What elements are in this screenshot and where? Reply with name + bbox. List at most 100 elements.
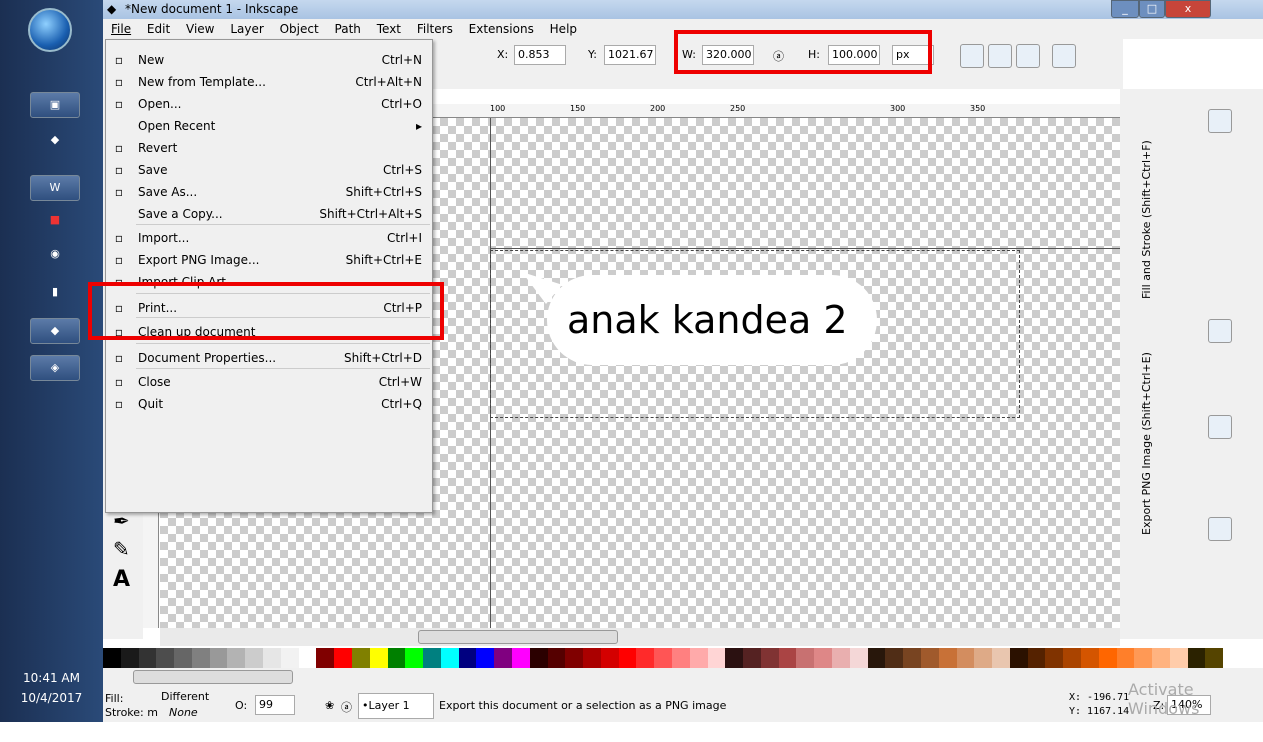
pen-tool-icon[interactable]: ✎ [113,537,130,561]
transform-toggle[interactable] [1052,44,1076,68]
color-swatch[interactable] [938,648,957,668]
color-swatch[interactable] [1009,648,1028,668]
file-menu-item[interactable]: ▫ Export PNG Image... Shift+Ctrl+E [106,249,432,271]
color-swatch[interactable] [316,648,335,668]
text-tool-icon[interactable]: A [113,567,130,592]
menu-edit[interactable]: Edit [147,22,170,36]
color-swatch[interactable] [778,648,797,668]
color-swatch[interactable] [423,648,441,668]
color-swatch[interactable] [1116,648,1135,668]
snap-toggle[interactable] [1208,109,1232,133]
file-menu-item[interactable]: ▫ Import... Ctrl+I [106,227,432,249]
snap-toggle[interactable] [1208,319,1232,343]
color-swatch[interactable] [529,648,548,668]
color-swatch[interactable] [565,648,584,668]
menu-extensions[interactable]: Extensions [469,22,534,36]
color-swatch[interactable] [547,648,566,668]
color-swatch[interactable] [956,648,975,668]
file-menu-item[interactable]: ▫ New Ctrl+N [106,49,432,71]
color-swatch[interactable] [280,648,299,668]
menu-path[interactable]: Path [335,22,361,36]
taskbar-chrome[interactable]: ◉ [30,242,80,268]
x-input[interactable]: 0.853 [514,45,566,65]
color-swatch[interactable] [814,648,833,668]
palette-scrollbar[interactable] [133,670,293,684]
color-swatch[interactable] [227,648,246,668]
visibility-icon[interactable]: ❀ [325,699,334,712]
file-menu-item[interactable]: Save a Copy... Shift+Ctrl+Alt+S [106,203,432,225]
menu-layer[interactable]: Layer [230,22,263,36]
color-swatch[interactable] [1169,648,1188,668]
lock-icon[interactable]: ⓐ [341,699,352,715]
color-swatch[interactable] [1027,648,1046,668]
taskbar-app[interactable]: ◆ [30,128,80,154]
color-swatch[interactable] [636,648,655,668]
color-swatch[interactable] [618,648,637,668]
color-swatch[interactable] [209,648,228,668]
taskbar-clock[interactable]: 10:41 AM 10/4/2017 [0,668,103,708]
taskbar-app[interactable]: ■ [30,208,80,234]
color-swatch[interactable] [476,648,495,668]
color-swatch[interactable] [298,648,317,668]
color-swatch[interactable] [1205,648,1224,668]
color-swatch[interactable] [920,648,939,668]
taskbar-explorer[interactable]: ▣ [30,92,80,118]
taskbar-word[interactable]: W [30,175,80,201]
color-swatch[interactable] [351,648,370,668]
color-swatch[interactable] [885,648,904,668]
color-swatch[interactable] [1098,648,1117,668]
color-swatch[interactable] [511,648,530,668]
menu-file[interactable]: File [111,22,131,36]
color-swatch[interactable] [867,648,886,668]
color-swatch[interactable] [796,648,815,668]
file-menu-item[interactable]: ▫ Close Ctrl+W [106,371,432,393]
file-menu-item[interactable]: ▫ Save As... Shift+Ctrl+S [106,181,432,203]
taskbar-doc[interactable]: ▮ [30,280,80,306]
color-swatch[interactable] [494,648,512,668]
color-swatch[interactable] [1063,648,1081,668]
color-swatch[interactable] [760,648,779,668]
menu-view[interactable]: View [186,22,214,36]
maximize-button[interactable]: □ [1139,0,1165,18]
snap-toggle[interactable] [1208,517,1232,541]
taskbar-app[interactable]: ◈ [30,355,80,381]
color-swatch[interactable] [689,648,708,668]
color-palette[interactable] [103,648,1224,668]
fill-value[interactable]: Different [161,690,209,703]
color-swatch[interactable] [458,648,477,668]
tab-export-png[interactable]: Export PNG Image (Shift+Ctrl+E) [1140,315,1153,535]
color-swatch[interactable] [369,648,388,668]
color-swatch[interactable] [974,648,993,668]
minimize-button[interactable]: _ [1111,0,1139,18]
file-menu-item[interactable]: ▫ Quit Ctrl+Q [106,393,432,415]
color-swatch[interactable] [405,648,424,668]
color-swatch[interactable] [832,648,850,668]
layer-select[interactable]: •Layer 1 [358,693,434,719]
color-swatch[interactable] [654,648,672,668]
menu-object[interactable]: Object [280,22,319,36]
taskbar-inkscape[interactable]: ◆ [30,318,80,344]
speech-bubble-text[interactable]: anak kandea 2 [547,275,877,365]
color-swatch[interactable] [440,648,459,668]
menu-text[interactable]: Text [377,22,401,36]
file-menu-item[interactable]: ▫ Revert [106,137,432,159]
transform-toggle[interactable] [960,44,984,68]
color-swatch[interactable] [263,648,281,668]
color-swatch[interactable] [1134,648,1153,668]
color-swatch[interactable] [156,648,175,668]
color-swatch[interactable] [334,648,352,668]
transform-toggle[interactable] [1016,44,1040,68]
color-swatch[interactable] [849,648,868,668]
menu-help[interactable]: Help [550,22,577,36]
color-swatch[interactable] [1080,648,1099,668]
file-menu-item[interactable]: ▫ Open... Ctrl+O [106,93,432,115]
snap-toggle[interactable] [1208,415,1232,439]
color-swatch[interactable] [245,648,264,668]
color-swatch[interactable] [903,648,921,668]
file-menu-item[interactable]: ▫ Document Properties... Shift+Ctrl+D [106,347,432,369]
color-swatch[interactable] [672,648,690,668]
opacity-input[interactable]: 99 [255,695,295,715]
file-menu-item[interactable]: ▫ New from Template... Ctrl+Alt+N [106,71,432,93]
color-swatch[interactable] [1187,648,1206,668]
color-swatch[interactable] [707,648,726,668]
